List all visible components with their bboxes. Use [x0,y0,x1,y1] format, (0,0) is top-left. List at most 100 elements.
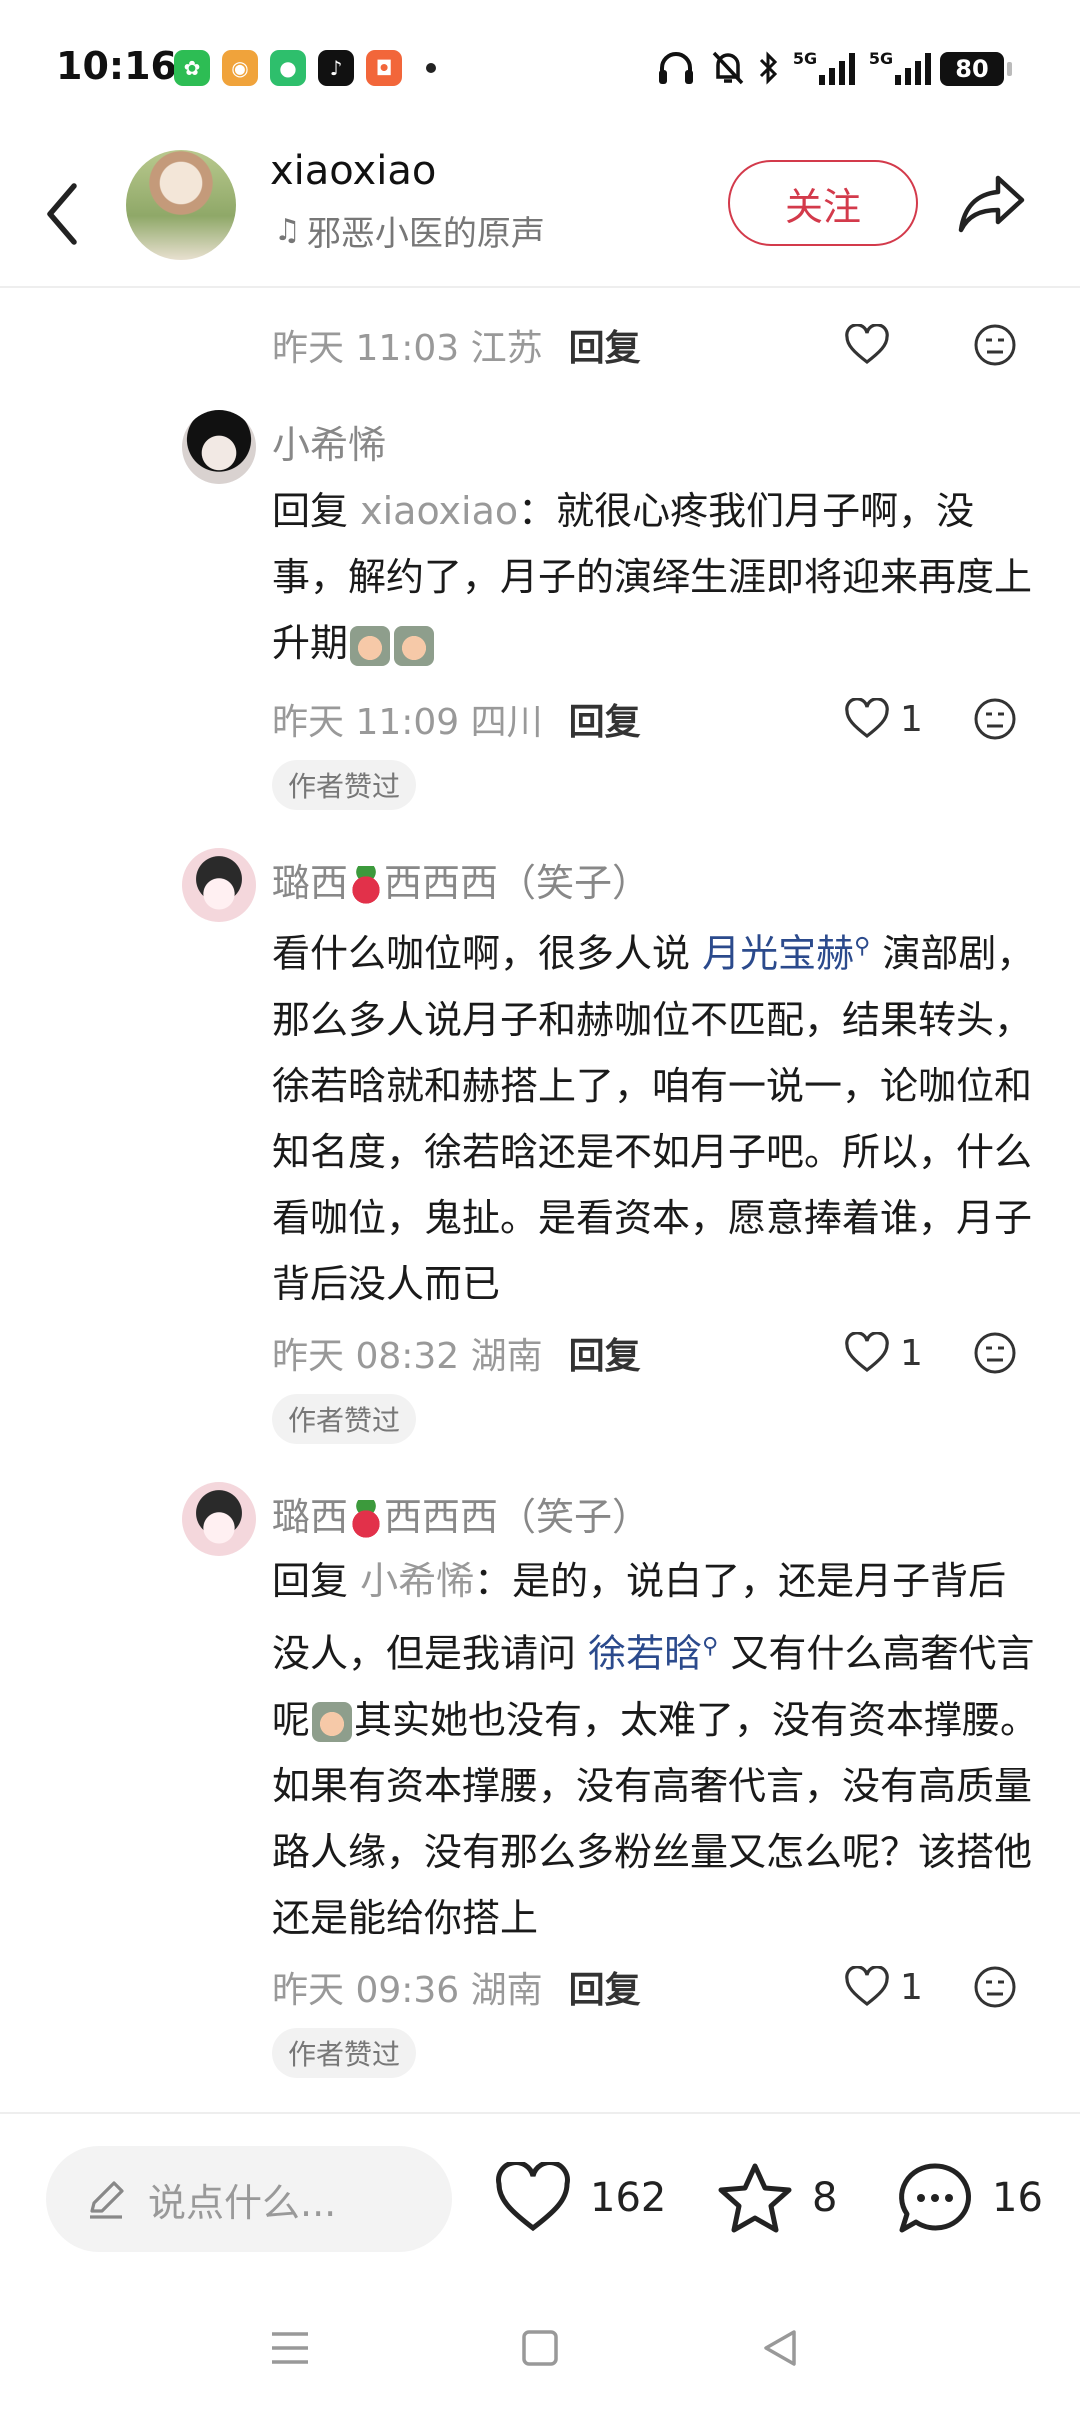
like-count: 1 [900,1966,923,2008]
back-button[interactable] [40,176,90,252]
comment-body: 其实她也没有，太难了，没有资本撑腰。如果有资本撑腰，没有高奢代言，没有高质量路人… [272,1697,1039,1940]
signal-5g-icon: 5G [792,48,862,88]
comment-count: 16 [992,2175,1043,2221]
author-liked-badge: 作者赞过 [272,1394,417,1444]
square-icon [522,2330,558,2366]
back-nav-button[interactable] [756,2324,804,2372]
sound-link[interactable]: ♫ 邪恶小医的原声 [274,206,545,255]
favorite-button[interactable]: 8 [716,2158,837,2238]
heart-icon [496,2162,570,2232]
comment-meta: 昨天 08:32 湖南 回复 [272,1328,641,1378]
sticker-emoji [312,1702,353,1743]
like-total: 162 [590,2175,667,2221]
triangle-back-icon [764,2330,796,2366]
share-button[interactable] [956,170,1028,236]
unhappy-face-icon [974,1966,1016,2008]
like-total-button[interactable]: 162 [494,2158,666,2238]
weibo-icon: ◉ [222,50,258,86]
strawberry-emoji [348,865,385,906]
reply-button[interactable]: 回复 [569,1327,641,1379]
heart-icon [845,324,889,365]
dislike-button[interactable] [972,322,1018,368]
clock: 10:16 [56,44,177,88]
sticker-emoji [350,625,391,666]
unhappy-face-icon [974,1332,1016,1374]
comment-username[interactable]: 璐西 西西西（笑子） [272,1486,650,1541]
video-header: xiaoxiao ♫ 邪恶小医的原声 关注 [0,140,1080,288]
comment-text: 回复 xiaoxiao：就很心疼我们月子啊，没事，解约了，月子的演绎生涯即将迎来… [272,478,1042,676]
author-name[interactable]: xiaoxiao [270,148,436,194]
comment-time-location: 昨天 09:36 湖南 [272,1970,543,2011]
home-nav-button[interactable] [516,2324,564,2372]
author-avatar[interactable] [126,150,236,260]
dislike-button[interactable] [972,696,1018,742]
comment-username[interactable]: 璐西 西西西（笑子） [272,852,650,907]
unhappy-face-icon [974,698,1016,740]
like-count: 1 [900,1332,923,1374]
bottom-action-bar: 说点什么... 162 8 16 [0,2112,1080,2282]
comments-button[interactable]: 16 [896,2158,1043,2238]
comment-input[interactable]: 说点什么... [46,2146,452,2252]
dislike-button[interactable] [972,1330,1018,1376]
comment-meta: 昨天 11:03 江苏 回复 [272,320,641,370]
comment-time-location: 昨天 11:09 四川 [272,702,543,743]
user-avatar[interactable] [182,1482,256,1556]
heart-icon [845,1332,889,1373]
comment-time-location: 昨天 08:32 湖南 [272,1336,543,1377]
username-part: 璐西 [272,1495,349,1539]
comment-meta: 昨天 09:36 湖南 回复 [272,1962,641,2012]
star-icon [718,2163,792,2233]
topic-link[interactable]: 月光宝赫 [702,932,854,976]
headphones-icon [654,48,698,88]
mention-link[interactable]: 小希悕 [360,1559,474,1603]
mute-bell-icon [706,48,750,88]
like-button[interactable]: 1 [844,1962,923,2012]
heart-icon [845,698,889,739]
username-part: 西西西（笑子） [384,1495,651,1539]
tiktok-icon: ♪ [318,50,354,86]
reply-prefix: 回复 [272,1559,349,1603]
pencil-icon [90,2181,124,2219]
like-button[interactable]: 1 [844,694,923,744]
comment-time-location: 昨天 11:03 江苏 [272,328,543,369]
status-bar: 10:16 ✿ ◉ ● ♪ ◘ 5G 5G 80 [0,0,1080,140]
sticker-emoji [394,625,435,666]
music-note-icon: ♫ [274,213,301,248]
favorite-count: 8 [812,2175,838,2221]
share-arrow-icon [958,175,1025,233]
author-liked-badge: 作者赞过 [272,760,417,810]
system-nav-bar [0,2282,1080,2412]
search-icon: ⚲ [702,1634,719,1659]
user-avatar[interactable] [182,848,256,922]
author-liked-badge: 作者赞过 [272,2028,417,2078]
reply-prefix: 回复 [272,489,349,533]
like-count: 1 [900,698,923,740]
comment-username[interactable]: 小希悕 [272,414,386,469]
sound-name: 邪恶小医的原声 [306,214,545,254]
orange-app-icon: ◘ [366,50,402,86]
reply-button[interactable]: 回复 [569,319,641,371]
comment-body: 演部剧，那么多人说月子和赫咖位不匹配，结果转头，徐若晗就和赫搭上了，咱有一说一，… [272,931,1035,1306]
like-button[interactable]: 1 [844,1328,923,1378]
comment-bubble-icon [899,2163,971,2233]
follow-button[interactable]: 关注 [728,160,918,246]
strawberry-emoji [348,1499,385,1540]
user-avatar[interactable] [182,410,256,484]
comment-meta: 昨天 11:09 四川 回复 [272,694,641,744]
menu-nav-button[interactable] [266,2324,314,2372]
reply-button[interactable]: 回复 [569,693,641,745]
reply-button[interactable]: 回复 [569,1961,641,2013]
unhappy-face-icon [974,324,1016,366]
green-app-icon: ● [270,50,306,86]
network-type-1: 5G [792,48,818,68]
dislike-button[interactable] [972,1964,1018,2010]
comment-text: 看什么咖位啊，很多人说 月光宝赫⚲ 演部剧，那么多人说月子和赫咖位不匹配，结果转… [272,914,1042,1317]
mention-link[interactable]: xiaoxiao [360,489,518,533]
topic-link[interactable]: 徐若晗 [588,1632,702,1676]
signal-5g-icon-2: 5G [868,48,934,88]
like-button[interactable] [844,320,890,370]
comment-body: 看什么咖位啊，很多人说 [272,931,691,976]
network-type-2: 5G [868,48,894,68]
comment-text: 回复 小希悕：是的，说白了，还是月子背后没人，但是我请问 徐若晗⚲ 又有什么高奢… [272,1548,1042,1951]
wechat-icon: ✿ [174,50,210,86]
